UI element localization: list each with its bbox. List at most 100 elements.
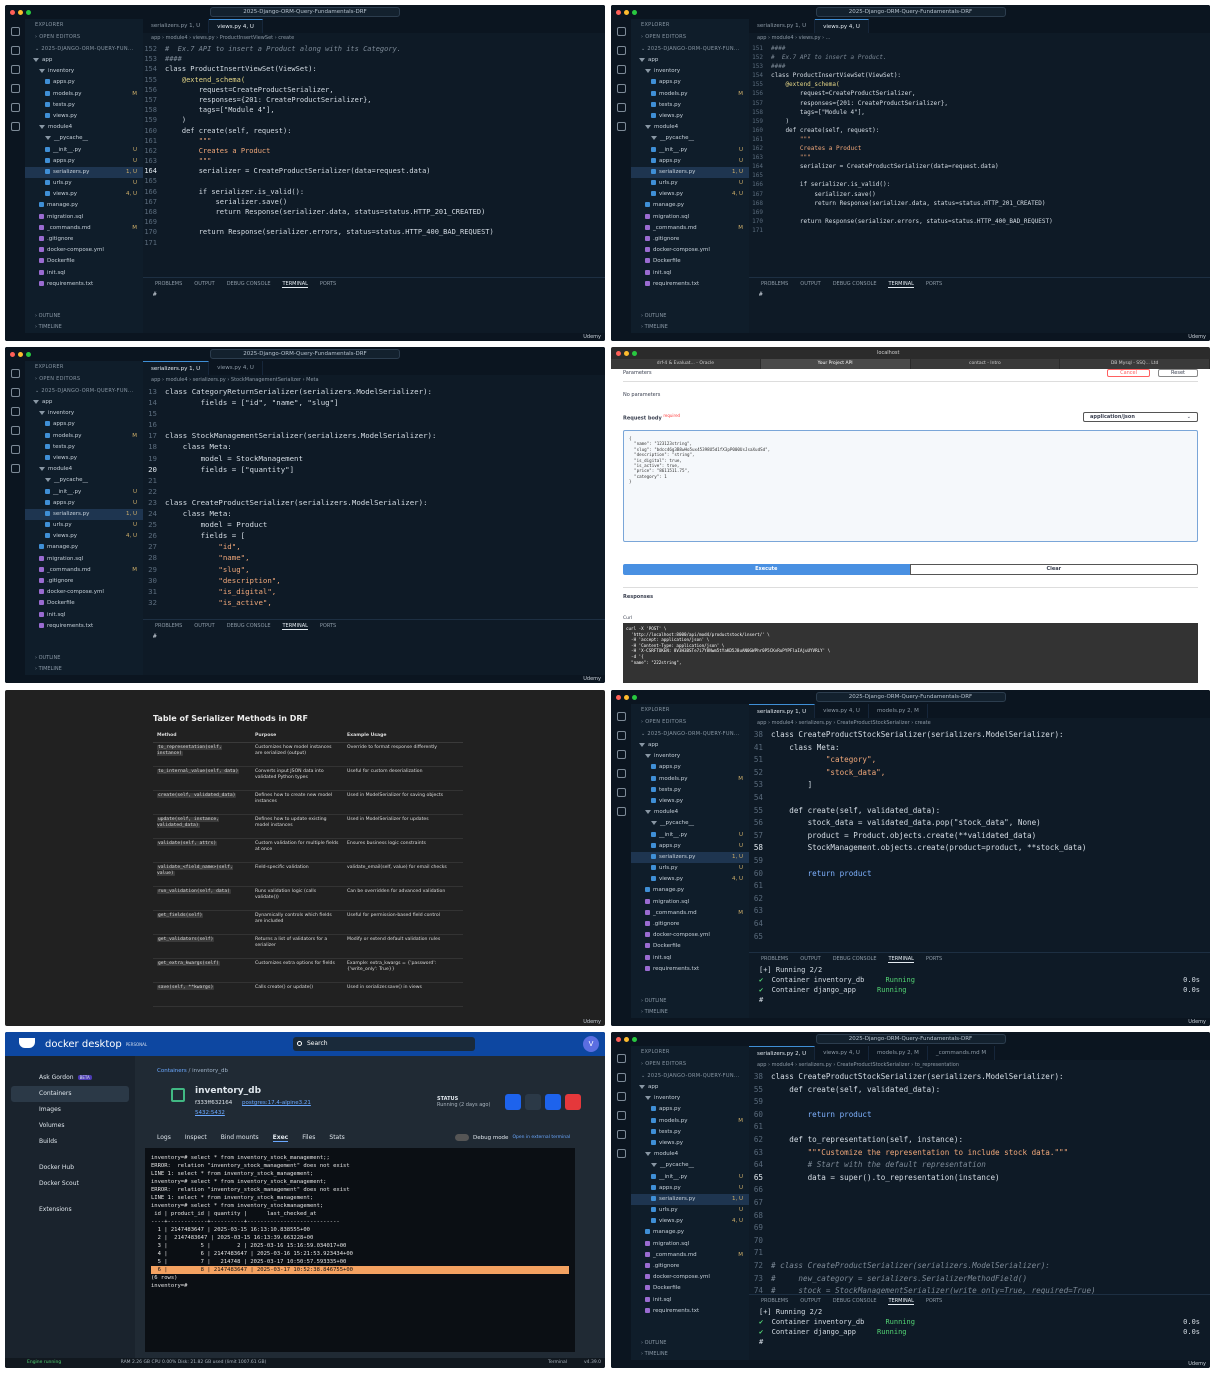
tree-item[interactable]: serializers.py 1, U — [631, 166, 749, 179]
tab-stats[interactable]: Stats — [329, 1134, 344, 1142]
editor-tab[interactable]: serializers.py 2, U — [749, 1046, 816, 1060]
tree-item[interactable]: app — [631, 740, 749, 751]
source-control-icon[interactable] — [616, 750, 626, 759]
sidebar-item[interactable]: Docker Scout — [5, 1176, 135, 1192]
panel-tab[interactable]: TERMINAL — [282, 623, 308, 630]
window-dot[interactable] — [10, 351, 15, 357]
sidebar-item[interactable]: Builds — [5, 1134, 135, 1150]
search-icon[interactable] — [616, 1073, 626, 1082]
tree-item[interactable]: serializers.py 1, U — [631, 1193, 749, 1206]
tree-item[interactable]: models.py M — [631, 89, 749, 100]
tab-bind-mounts[interactable]: Bind mounts — [221, 1134, 259, 1142]
panel-tab[interactable]: PORTS — [926, 956, 942, 962]
editor-tab[interactable]: serializers.py 1, U — [143, 361, 210, 375]
tree-item[interactable]: tests.py — [631, 1127, 749, 1138]
tree-item[interactable]: __pycache__ — [631, 1160, 749, 1171]
files-icon[interactable] — [616, 1054, 626, 1063]
stop-button[interactable] — [505, 1094, 521, 1110]
tree-item[interactable]: apps.py U — [631, 1183, 749, 1194]
tree-item[interactable]: Dockerfile — [631, 941, 749, 952]
project-root[interactable]: ⌄ 2025-DJANGO-ORM-QUERY-FUN... — [25, 385, 143, 397]
extensions-icon[interactable] — [616, 103, 626, 112]
clear-button[interactable]: Clear — [909, 564, 1198, 575]
tree-item[interactable]: module4 — [25, 122, 143, 133]
outline-section[interactable]: › OUTLINE — [641, 998, 666, 1004]
tree-item[interactable]: docker-compose.yml — [631, 1272, 749, 1283]
panel-tab[interactable]: PROBLEMS — [155, 281, 182, 287]
terminal-output[interactable]: # — [749, 290, 1210, 299]
port-link[interactable]: 5432:5432 — [195, 1110, 225, 1116]
files-icon[interactable] — [10, 369, 20, 378]
tree-item[interactable]: __init__.py U — [25, 145, 143, 156]
project-root[interactable]: ⌄ 2025-DJANGO-ORM-QUERY-FUN... — [631, 43, 749, 55]
breadcrumb-containers[interactable]: Containers — [157, 1068, 187, 1074]
window-dot[interactable] — [632, 1036, 637, 1042]
panel-tab[interactable]: TERMINAL — [888, 956, 914, 963]
editor-tab[interactable]: views.py 4, U — [815, 704, 869, 718]
editor-tab[interactable]: views.py 4, U — [815, 1046, 869, 1060]
tree-item[interactable]: urls.py U — [631, 1205, 749, 1216]
sidebar-item[interactable]: Docker Hub — [5, 1160, 135, 1176]
panel-tab[interactable]: TERMINAL — [282, 281, 308, 288]
outline-section[interactable]: › OUTLINE — [641, 313, 666, 319]
timeline-section[interactable]: › TIMELINE — [35, 324, 62, 330]
panel-tab[interactable]: PORTS — [926, 1298, 942, 1304]
editor-tab[interactable]: serializers.py 1, U — [749, 19, 816, 33]
window-dot[interactable] — [624, 1036, 629, 1042]
files-icon[interactable] — [616, 712, 626, 721]
window-dot[interactable] — [26, 9, 31, 15]
tree-item[interactable]: init.sql — [631, 268, 749, 279]
tree-item[interactable]: views.py 4, U — [631, 189, 749, 200]
run-icon[interactable] — [10, 84, 20, 93]
window-dot[interactable] — [632, 694, 637, 700]
tree-item[interactable]: urls.py U — [25, 520, 143, 531]
tree-item[interactable]: manage.py — [631, 200, 749, 211]
editor-tab[interactable]: views.py 4, U — [209, 361, 263, 375]
sidebar-item[interactable]: Images — [5, 1102, 135, 1118]
breadcrumb[interactable]: app › module4 › views.py › ... — [749, 33, 1210, 43]
tree-item[interactable]: init.sql — [631, 953, 749, 964]
terminal-button[interactable]: Terminal — [548, 1358, 567, 1368]
tree-item[interactable]: models.py M — [631, 774, 749, 785]
window-dot[interactable] — [26, 351, 31, 357]
tree-item[interactable]: app — [25, 397, 143, 408]
command-center[interactable]: 2025-Django-ORM-Query-Fundamentals-DRF — [210, 349, 400, 359]
breadcrumb[interactable]: app › module4 › serializers.py › CreateP… — [749, 1060, 1210, 1070]
tree-item[interactable]: apps.py U — [631, 841, 749, 852]
extensions-icon[interactable] — [616, 1130, 626, 1139]
panel-tab[interactable]: DEBUG CONSOLE — [833, 281, 877, 287]
tree-item[interactable]: __pycache__ — [631, 818, 749, 829]
sidebar-item[interactable]: Volumes — [5, 1118, 135, 1134]
sidebar-item[interactable]: Ask Gordon BETA — [5, 1070, 135, 1086]
open-editors[interactable]: › OPEN EDITORS — [25, 373, 143, 385]
panel-tab[interactable]: DEBUG CONSOLE — [833, 956, 877, 962]
database-icon[interactable] — [10, 464, 20, 473]
tree-item[interactable]: .gitignore — [25, 576, 143, 587]
search-icon[interactable] — [616, 731, 626, 740]
terminal-output[interactable]: [+] Running 2/2 ✔ Container inventory_db … — [749, 1307, 1210, 1347]
panel-tab[interactable]: OUTPUT — [194, 623, 214, 629]
search-input[interactable]: Search — [293, 1037, 475, 1051]
window-dot[interactable] — [632, 9, 637, 15]
tree-item[interactable]: module4 — [631, 1149, 749, 1160]
browser-tab[interactable]: contact - Intro — [911, 359, 1061, 369]
tree-item[interactable]: apps.py U — [25, 498, 143, 509]
execute-button[interactable]: Execute — [623, 564, 910, 575]
window-dot[interactable] — [616, 694, 621, 700]
tree-item[interactable]: inventory — [631, 1093, 749, 1104]
tab-logs[interactable]: Logs — [157, 1134, 171, 1142]
browser-tab[interactable]: Your Project API — [760, 359, 911, 369]
database-icon[interactable] — [10, 122, 20, 131]
editor-tab[interactable]: serializers.py 1, U — [749, 704, 816, 718]
tree-item[interactable]: views.py — [25, 453, 143, 464]
extensions-icon[interactable] — [10, 445, 20, 454]
tree-item[interactable]: .gitignore — [631, 234, 749, 245]
tree-item[interactable]: _commands.md M — [25, 223, 143, 234]
tree-item[interactable]: Dockerfile — [25, 598, 143, 609]
panel-tab[interactable]: PROBLEMS — [761, 281, 788, 287]
tree-item[interactable]: urls.py U — [25, 178, 143, 189]
tree-item[interactable]: migration.sql — [25, 212, 143, 223]
sidebar-item[interactable]: Containers — [11, 1086, 129, 1102]
panel-tab[interactable]: PORTS — [320, 623, 336, 629]
request-body-editor[interactable]: { "name": "123123string", "slug": "bdcc4… — [623, 430, 1198, 542]
